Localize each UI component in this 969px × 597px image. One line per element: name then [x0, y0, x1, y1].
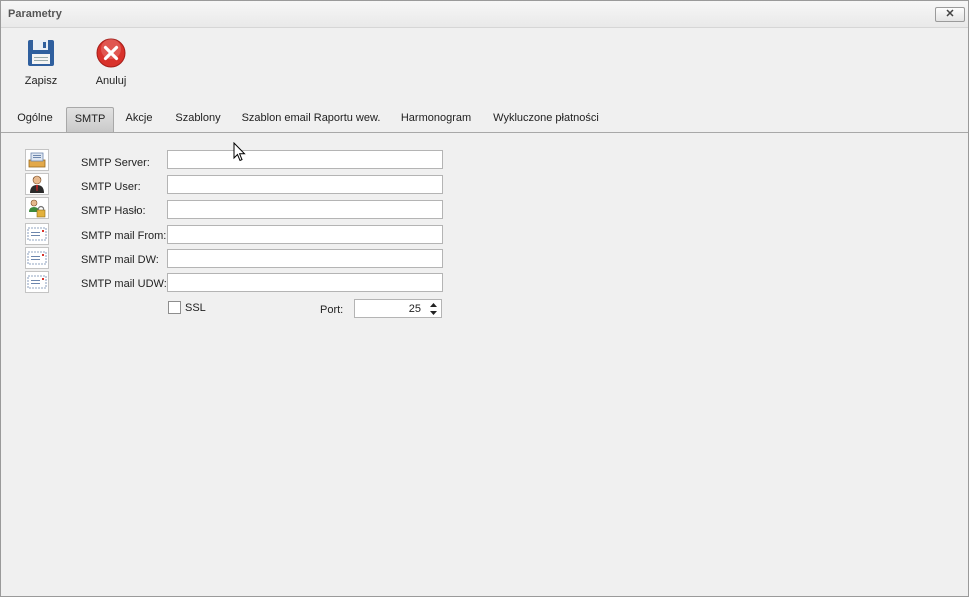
port-label: Port: — [320, 304, 344, 316]
tab-szablony[interactable]: Szablony — [168, 107, 228, 131]
smtp-user-label: SMTP User: — [81, 181, 141, 193]
smtp-password-input[interactable] — [167, 200, 443, 219]
tab-ogolne[interactable]: Ogólne — [11, 107, 59, 131]
floppy-disk-icon — [28, 40, 54, 66]
cancel-label: Anuluj — [95, 75, 127, 87]
smtp-mail-dw-label: SMTP mail DW: — [81, 254, 159, 266]
title-bar: Parametry ✕ — [1, 1, 968, 28]
tab-label: Wykluczone płatności — [493, 112, 599, 124]
smtp-password-label: SMTP Hasło: — [81, 205, 146, 217]
smtp-mail-from-label: SMTP mail From: — [81, 230, 167, 242]
tab-strip: Ogólne SMTP Akcje Szablony Szablon email… — [1, 107, 968, 133]
tab-wykluczone-platnosci[interactable]: Wykluczone płatności — [487, 107, 605, 131]
tab-harmonogram[interactable]: Harmonogram — [395, 107, 477, 131]
smtp-server-input[interactable] — [167, 150, 443, 169]
smtp-mail-udw-label: SMTP mail UDW: — [81, 278, 167, 290]
ssl-checkbox[interactable] — [168, 301, 181, 314]
window-title: Parametry — [8, 8, 62, 20]
save-button[interactable]: Zapisz — [14, 37, 68, 89]
user-icon — [25, 173, 49, 195]
tab-label: Ogólne — [17, 112, 53, 124]
spin-up-icon[interactable] — [427, 301, 439, 309]
mouse-cursor-icon — [233, 142, 246, 162]
parametry-window: Parametry ✕ Zapisz Anuluj Ogólne SMTP Ak… — [0, 0, 969, 597]
smtp-user-input[interactable] — [167, 175, 443, 194]
close-icon: ✕ — [945, 8, 955, 20]
tab-label: SMTP — [74, 113, 106, 125]
cancel-button[interactable]: Anuluj — [84, 37, 138, 89]
tab-label: Szablon email Raportu wew. — [241, 112, 381, 124]
server-icon — [25, 149, 49, 171]
user-lock-icon — [25, 197, 49, 219]
spin-down-icon[interactable] — [427, 309, 439, 317]
cancel-x-icon — [96, 38, 126, 68]
save-label: Zapisz — [24, 75, 58, 87]
envelope-icon — [25, 223, 49, 245]
smtp-mail-dw-input[interactable] — [167, 249, 443, 268]
tab-szablon-email-raportu[interactable]: Szablon email Raportu wew. — [237, 107, 385, 131]
smtp-server-label: SMTP Server: — [81, 157, 150, 169]
smtp-mail-udw-input[interactable] — [167, 273, 443, 292]
tab-label: Akcje — [125, 112, 153, 124]
port-value[interactable]: 25 — [409, 303, 421, 315]
tab-smtp[interactable]: SMTP — [66, 107, 114, 132]
ssl-label: SSL — [185, 302, 206, 314]
tab-label: Szablony — [175, 112, 221, 124]
smtp-mail-from-input[interactable] — [167, 225, 443, 244]
close-button[interactable]: ✕ — [935, 7, 965, 22]
envelope-icon — [25, 247, 49, 269]
tab-akcje[interactable]: Akcje — [119, 107, 159, 131]
tab-label: Harmonogram — [400, 112, 472, 124]
port-spinner[interactable]: 25 — [354, 299, 442, 318]
envelope-icon — [25, 271, 49, 293]
